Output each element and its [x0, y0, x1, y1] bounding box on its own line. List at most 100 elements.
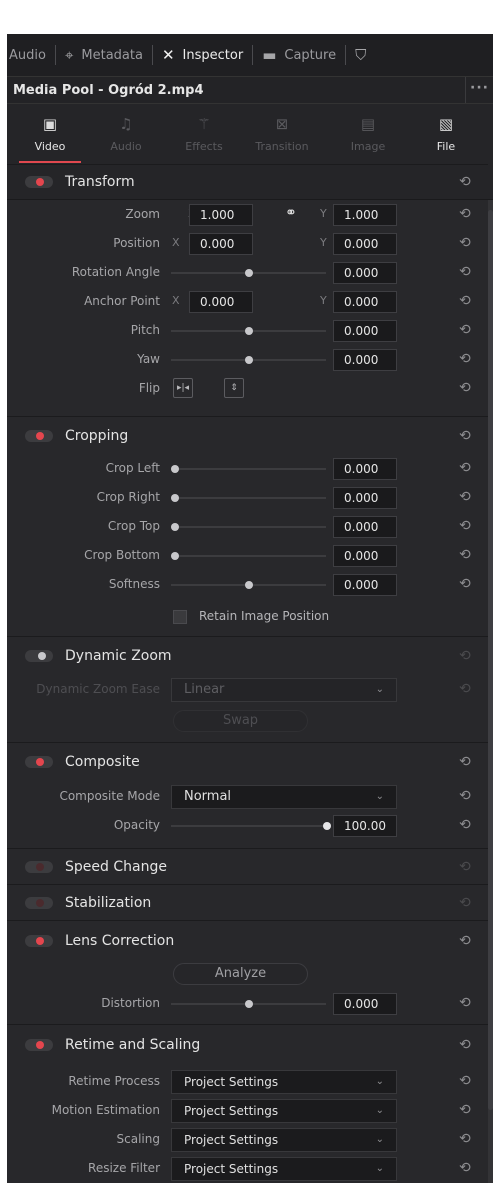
speed-change-header[interactable]: Speed Change ⟲	[7, 850, 488, 884]
link-icon[interactable]: ⚭	[285, 205, 297, 221]
position-y-field[interactable]: 0.000	[333, 233, 397, 255]
zoom-y-field[interactable]: 1.000	[333, 204, 397, 226]
zoom-x-field[interactable]: 1.000	[189, 204, 253, 226]
reset-icon[interactable]: ⟲	[459, 264, 471, 280]
reset-icon[interactable]: ⟲	[459, 859, 471, 875]
panel-scrollbar[interactable]	[488, 200, 493, 1183]
reset-icon[interactable]: ⟲	[459, 1131, 471, 1147]
reset-icon[interactable]: ⟲	[459, 322, 471, 338]
retain-image-position-checkbox[interactable]	[173, 610, 187, 624]
stabilization-header[interactable]: Stabilization ⟲	[7, 886, 488, 920]
dynamic-zoom-toggle[interactable]	[25, 650, 53, 662]
pitch-slider[interactable]	[171, 327, 326, 335]
speed-change-toggle[interactable]	[25, 861, 53, 873]
cropping-toggle[interactable]	[25, 430, 53, 442]
reset-icon[interactable]: ⟲	[459, 933, 471, 949]
reset-icon[interactable]: ⟲	[459, 518, 471, 534]
reset-icon[interactable]: ⟲	[459, 174, 471, 190]
reset-icon[interactable]: ⟲	[459, 206, 471, 222]
audio-panel-button[interactable]: Audio	[7, 34, 55, 76]
tab-transition[interactable]: ⊠ Transition	[251, 114, 313, 153]
transform-toggle[interactable]	[25, 176, 53, 188]
tab-audio[interactable]: ♫ Audio	[95, 114, 157, 153]
softness-slider[interactable]	[171, 581, 326, 589]
yaw-field[interactable]: 0.000	[333, 349, 397, 371]
dynamic-zoom-header[interactable]: Dynamic Zoom ⟲	[7, 639, 488, 673]
capture-panel-button[interactable]: ▬ Capture	[253, 34, 345, 76]
crop-right-field[interactable]: 0.000	[333, 487, 397, 509]
reset-icon[interactable]: ⟲	[459, 547, 471, 563]
rotation-slider[interactable]	[171, 269, 326, 277]
crop-left-field[interactable]: 0.000	[333, 458, 397, 480]
slider-knob[interactable]	[171, 523, 179, 531]
more-options-button[interactable]: ···	[465, 77, 493, 103]
scaling-select[interactable]: Project Settings ⌄	[171, 1128, 397, 1152]
tab-video[interactable]: ▣ Video	[19, 114, 81, 163]
crop-bottom-field[interactable]: 0.000	[333, 545, 397, 567]
reset-icon[interactable]: ⟲	[459, 817, 471, 833]
composite-header[interactable]: Composite ⟲	[7, 745, 488, 779]
pitch-field[interactable]: 0.000	[333, 320, 397, 342]
reset-icon[interactable]: ⟲	[459, 681, 471, 697]
inspector-panel-button[interactable]: ✕ Inspector	[153, 34, 252, 76]
slider-knob[interactable]	[245, 1000, 253, 1008]
yaw-slider[interactable]	[171, 356, 326, 364]
distortion-field[interactable]: 0.000	[333, 993, 397, 1015]
reset-icon[interactable]: ⟲	[459, 293, 471, 309]
reset-icon[interactable]: ⟲	[459, 895, 471, 911]
distortion-slider[interactable]	[171, 1000, 326, 1008]
slider-knob[interactable]	[245, 269, 253, 277]
reset-icon[interactable]: ⟲	[459, 576, 471, 592]
scrollbar-thumb[interactable]	[488, 210, 493, 1110]
tab-image[interactable]: ▤ Image	[337, 114, 399, 153]
position-x-field[interactable]: 0.000	[189, 233, 253, 255]
anchor-x-field[interactable]: 0.000	[189, 291, 253, 313]
flip-vertical-icon[interactable]: ⇕	[224, 378, 244, 398]
composite-mode-select[interactable]: Normal ⌄	[171, 785, 397, 809]
slider-knob[interactable]	[245, 356, 253, 364]
reset-icon[interactable]: ⟲	[459, 235, 471, 251]
slider-knob[interactable]	[171, 465, 179, 473]
tab-file[interactable]: ▧ File	[415, 114, 477, 153]
composite-toggle[interactable]	[25, 756, 53, 768]
opacity-field[interactable]: 100.00	[333, 815, 397, 837]
retime-scaling-toggle[interactable]	[25, 1039, 53, 1051]
swap-button[interactable]: Swap	[173, 710, 308, 732]
stabilization-toggle[interactable]	[25, 897, 53, 909]
transform-header[interactable]: Transform ⟲	[7, 165, 488, 199]
lens-correction-header[interactable]: Lens Correction ⟲	[7, 924, 488, 958]
reset-icon[interactable]: ⟲	[459, 428, 471, 444]
crop-bottom-slider[interactable]	[171, 552, 326, 560]
reset-icon[interactable]: ⟲	[459, 648, 471, 664]
reset-icon[interactable]: ⟲	[459, 1037, 471, 1053]
softness-field[interactable]: 0.000	[333, 574, 397, 596]
metadata-panel-button[interactable]: ⌖ Metadata	[56, 34, 152, 76]
slider-knob[interactable]	[323, 822, 331, 830]
lens-correction-toggle[interactable]	[25, 935, 53, 947]
crop-right-slider[interactable]	[171, 494, 326, 502]
motion-estimation-select[interactable]: Project Settings ⌄	[171, 1099, 397, 1123]
reset-icon[interactable]: ⟲	[459, 995, 471, 1011]
crop-left-slider[interactable]	[171, 465, 326, 473]
anchor-y-field[interactable]: 0.000	[333, 291, 397, 313]
opacity-slider[interactable]	[171, 822, 331, 830]
reset-icon[interactable]: ⟲	[459, 1160, 471, 1176]
reset-icon[interactable]: ⟲	[459, 380, 471, 396]
dynamic-zoom-ease-select[interactable]: Linear ⌄	[171, 678, 397, 702]
cropping-header[interactable]: Cropping ⟲	[7, 419, 488, 453]
slider-knob[interactable]	[171, 494, 179, 502]
resize-filter-select[interactable]: Project Settings ⌄	[171, 1157, 397, 1181]
slider-knob[interactable]	[245, 581, 253, 589]
reset-icon[interactable]: ⟲	[459, 1073, 471, 1089]
slider-knob[interactable]	[245, 327, 253, 335]
crop-top-slider[interactable]	[171, 523, 326, 531]
retime-scaling-header[interactable]: Retime and Scaling ⟲	[7, 1028, 488, 1062]
reset-icon[interactable]: ⟲	[459, 1102, 471, 1118]
presentation-button[interactable]: ⛉	[346, 34, 375, 76]
reset-icon[interactable]: ⟲	[459, 489, 471, 505]
reset-icon[interactable]: ⟲	[459, 460, 471, 476]
analyze-button[interactable]: Analyze	[173, 963, 308, 985]
reset-icon[interactable]: ⟲	[459, 754, 471, 770]
reset-icon[interactable]: ⟲	[459, 788, 471, 804]
reset-icon[interactable]: ⟲	[459, 351, 471, 367]
